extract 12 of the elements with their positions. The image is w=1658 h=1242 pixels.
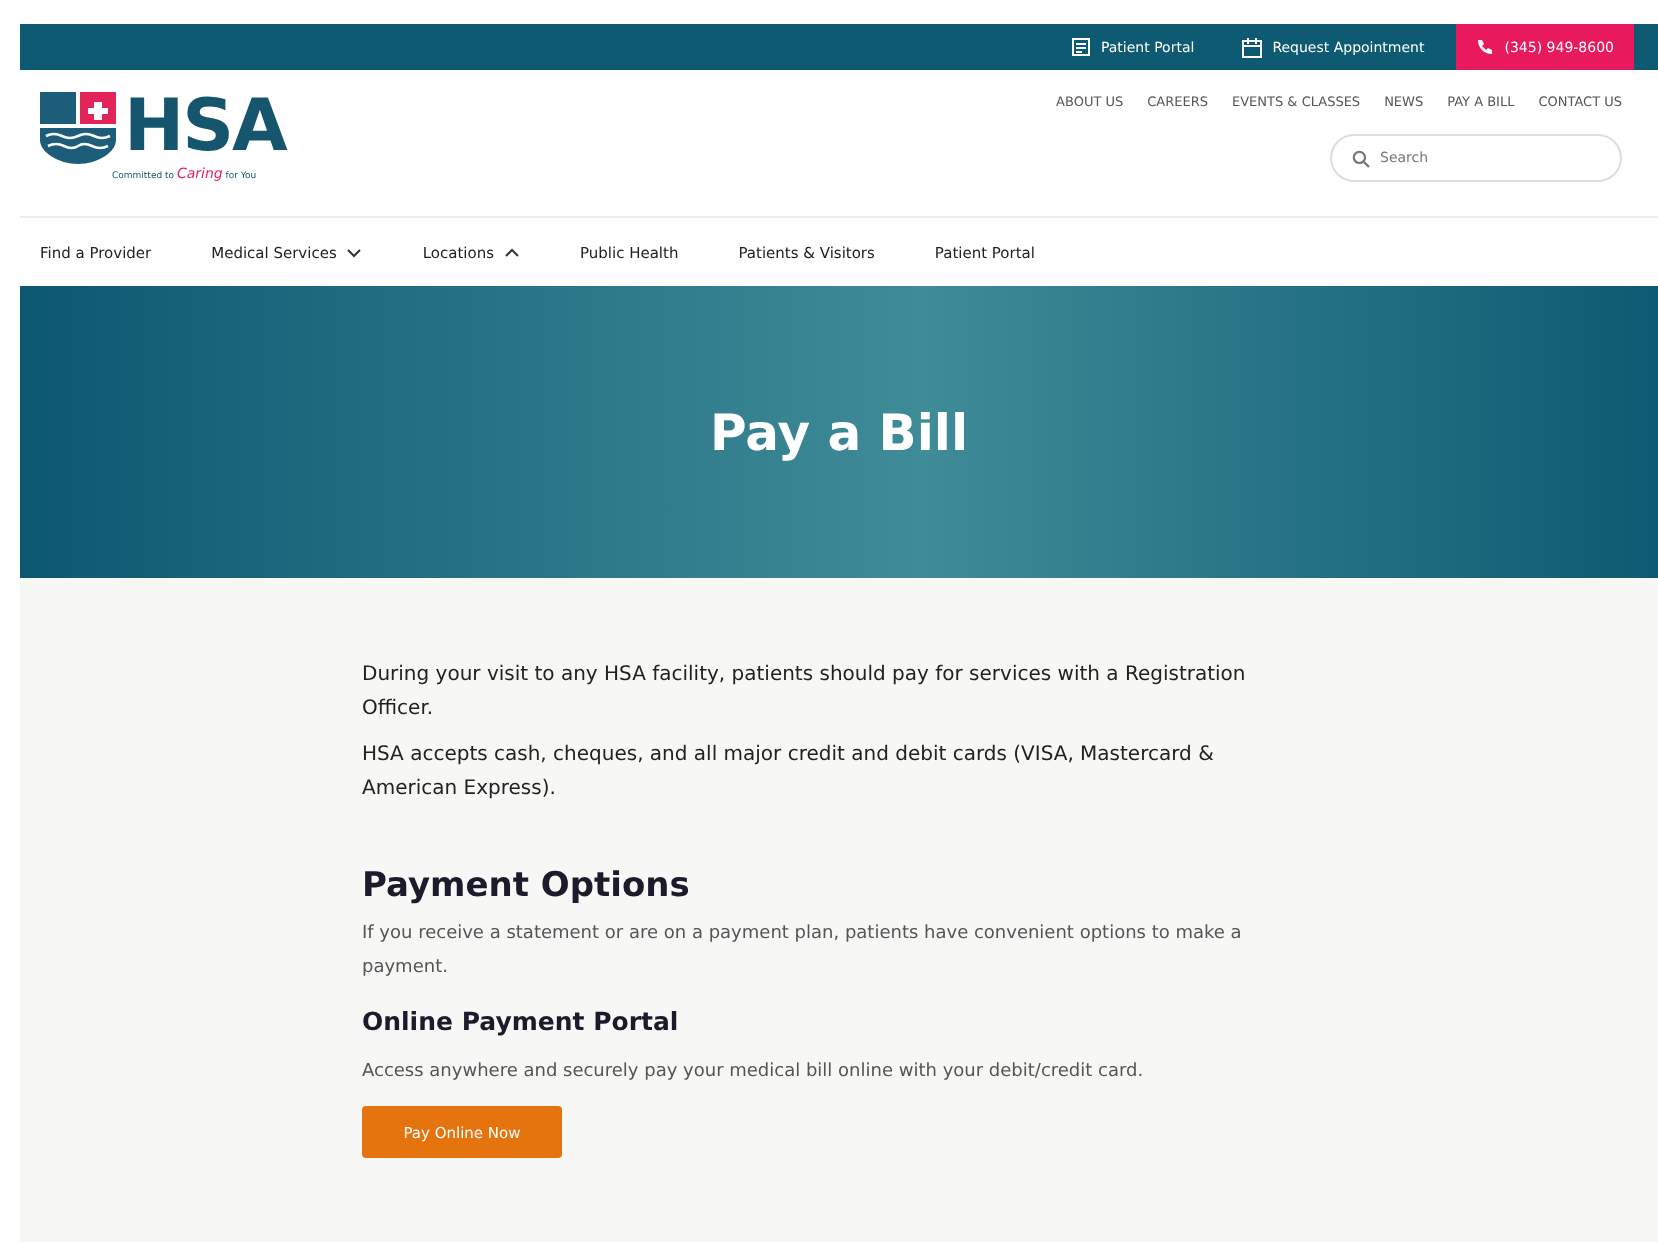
section-heading: Payment Options <box>362 866 692 906</box>
calendar-icon <box>1242 37 1263 57</box>
logo-shield-icon <box>40 92 116 164</box>
document-icon <box>1072 38 1091 56</box>
paragraph: Access anywhere and securely pay your medical bill online with your debit/credit card. <box>362 1060 1146 1086</box>
phone-icon <box>1476 38 1495 56</box>
subsection-heading: Online Payment Portal <box>362 1006 681 1036</box>
paragraph: If you receive a statement or are on a payment plan, patients have convenient options to make a payment. <box>362 922 1244 982</box>
logo-text: HSA <box>124 90 286 166</box>
paragraph: During your visit to any HSA facility, patients should pay for services with a Registration Officer. <box>362 662 1248 724</box>
paragraph: HSA accepts cash, cheques, and all major credit and debit cards (VISA, Mastercard & American Express). <box>362 742 1216 804</box>
page-title: Pay a Bill <box>709 403 969 461</box>
